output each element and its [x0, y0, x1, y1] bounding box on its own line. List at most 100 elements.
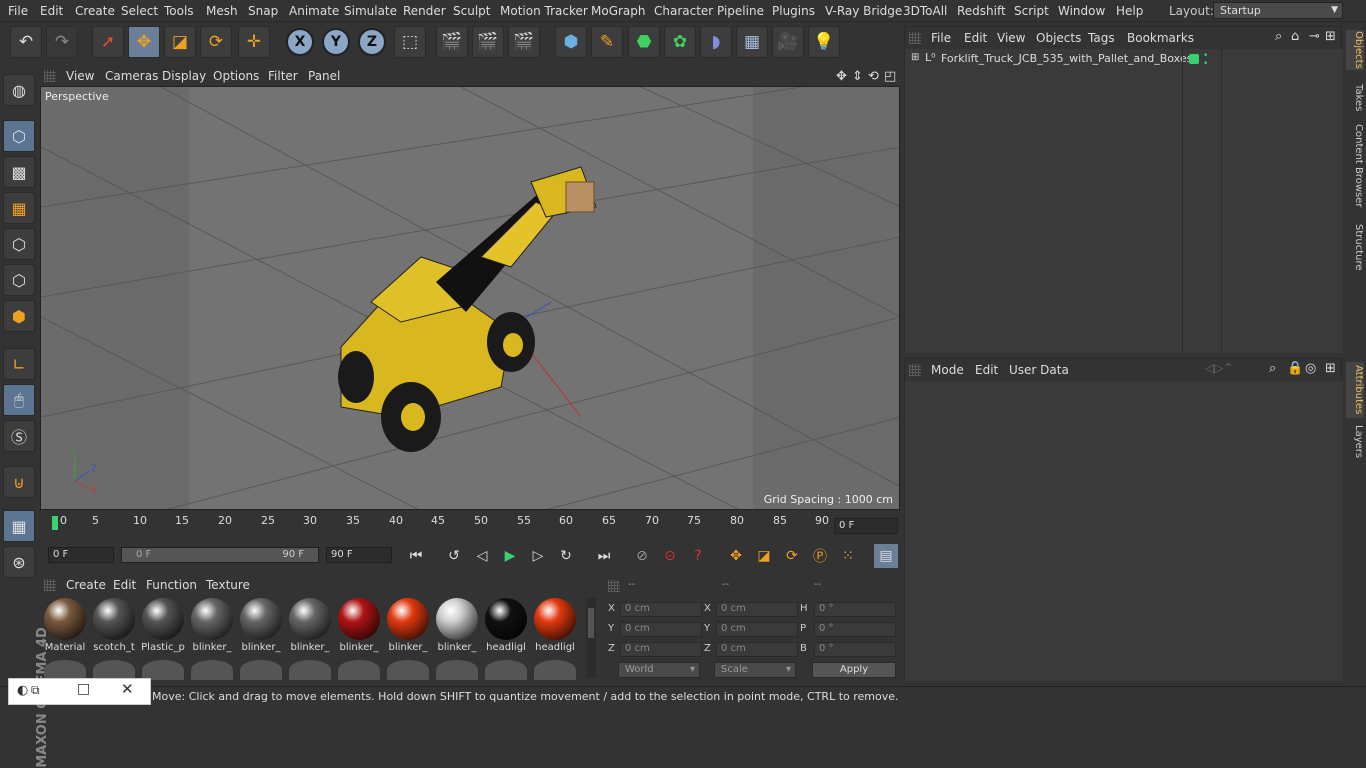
menu-edit[interactable]: Edit [40, 4, 63, 18]
deformer-button[interactable]: ◗ [700, 26, 732, 58]
playhead[interactable] [52, 516, 58, 530]
object-menu-edit[interactable]: Edit [964, 31, 987, 45]
edges-mode-button[interactable]: ⬡ [3, 264, 35, 296]
object-menu-bookmarks[interactable]: Bookmarks [1127, 31, 1194, 45]
render-dots-icon[interactable]: • • [1203, 52, 1208, 69]
search-icon[interactable]: ⌕ [1269, 361, 1276, 376]
close-icon[interactable]: ✕ [121, 680, 134, 698]
coord-value-field[interactable]: 0 cm [620, 602, 702, 617]
menu-file[interactable]: File [8, 4, 28, 18]
maximize-icon[interactable]: □ [77, 681, 90, 697]
viewport-menu-options[interactable]: Options [213, 69, 259, 83]
workplane-lock-button[interactable]: ▦ [3, 510, 35, 542]
move-tool-button[interactable]: ✥ [128, 26, 160, 58]
key-pla-button[interactable]: ⁙ [836, 544, 860, 568]
cloner-button[interactable]: ✿ [664, 26, 696, 58]
coord-value-field[interactable]: 0 ° [814, 602, 896, 617]
y-axis-button[interactable]: Y [322, 28, 350, 56]
menu-simulate[interactable]: Simulate [344, 4, 397, 18]
axis-mode-button[interactable]: ∟ [3, 348, 35, 380]
menu-animate[interactable]: Animate [289, 4, 339, 18]
material-swatch[interactable] [44, 660, 86, 680]
material-swatch[interactable] [240, 660, 282, 680]
subdivision-button[interactable]: ⬣ [628, 26, 660, 58]
object-menu-tags[interactable]: Tags [1088, 31, 1115, 45]
go-to-start-button[interactable]: ⏮ [404, 544, 428, 568]
tweak-mode-button[interactable]: 🖱 [3, 384, 35, 416]
viewport-move-icon[interactable]: ✥ [836, 69, 847, 84]
attr-menu-mode[interactable]: Mode [931, 363, 964, 377]
material-swatch[interactable]: blinker_ [189, 596, 235, 656]
end-frame-field[interactable]: 90 F [326, 547, 392, 563]
menu-redshift[interactable]: Redshift [957, 4, 1006, 18]
next-frame-button[interactable]: ▷ [526, 544, 550, 568]
next-key-button[interactable]: ↻ [554, 544, 578, 568]
tab-takes[interactable]: Takes [1346, 82, 1364, 114]
material-menu-function[interactable]: Function [146, 578, 197, 592]
menu-mograph[interactable]: MoGraph [591, 4, 646, 18]
material-swatch[interactable] [485, 660, 527, 680]
material-swatch[interactable] [387, 660, 429, 680]
visibility-dots-icon[interactable] [1189, 54, 1199, 64]
render-view-button[interactable]: 🎬 [436, 26, 468, 58]
menu-motion-tracker[interactable]: Motion Tracker [500, 4, 588, 18]
new-panel-icon[interactable]: ⊞ [1325, 29, 1336, 44]
key-rotation-button[interactable]: ⟳ [780, 544, 804, 568]
menu-help[interactable]: Help [1116, 4, 1143, 18]
search-icon[interactable]: ⌕ [1275, 29, 1282, 44]
z-axis-button[interactable]: Z [358, 28, 386, 56]
menu-vray-bridge[interactable]: V-Ray Bridge [825, 4, 902, 18]
coord-value-field[interactable]: 0 cm [716, 642, 798, 657]
camera-button[interactable]: 🎥 [772, 26, 804, 58]
points-mode-button[interactable]: ⬡ [3, 228, 35, 260]
material-swatch[interactable]: blinker_ [287, 596, 333, 656]
nav-arrows-icon[interactable]: ◁▷⌃ [1205, 361, 1234, 375]
object-row[interactable]: ⊞ L⁰ Forklift_Truck_JCB_535_with_Pallet_… [909, 51, 1339, 69]
target-icon[interactable]: ◎ [1305, 361, 1316, 376]
menu-render[interactable]: Render [403, 4, 446, 18]
back-icon[interactable]: ⊸ [1309, 29, 1320, 44]
object-menu-file[interactable]: File [931, 31, 951, 45]
coord-value-field[interactable]: 0 ° [814, 642, 896, 657]
3d-viewport[interactable]: Y Z X Perspective Grid Spacing : 1000 cm [40, 86, 900, 510]
viewport-menu-view[interactable]: View [66, 69, 94, 83]
lock-icon[interactable]: 🔒 [1287, 361, 1303, 376]
material-swatch[interactable] [191, 660, 233, 680]
material-swatch[interactable]: blinker_ [385, 596, 431, 656]
coord-value-field[interactable]: 0 cm [716, 602, 798, 617]
render-settings-button[interactable]: 🎬 [508, 26, 540, 58]
material-swatch[interactable] [289, 660, 331, 680]
size-mode-select[interactable]: Scale ▾ [714, 662, 796, 678]
scale-tool-button[interactable]: ◪ [164, 26, 196, 58]
current-frame-field[interactable]: 0 F [834, 518, 898, 534]
redo-button[interactable]: ↷ [46, 26, 78, 58]
menu-pipeline[interactable]: Pipeline [717, 4, 764, 18]
tab-objects[interactable]: Objects [1346, 30, 1364, 70]
key-parameter-button[interactable]: Ⓟ [808, 544, 832, 568]
autokey-button[interactable]: ⊙ [658, 544, 682, 568]
viewport-menu-panel[interactable]: Panel [308, 69, 340, 83]
live-selection-button[interactable]: ➚ [92, 26, 124, 58]
pen-button[interactable]: ✎ [591, 26, 623, 58]
menu-script[interactable]: Script [1014, 4, 1049, 18]
material-swatch[interactable] [338, 660, 380, 680]
menu-mesh[interactable]: Mesh [206, 4, 238, 18]
coord-value-field[interactable]: 0 cm [620, 622, 702, 637]
solo-button[interactable]: Ⓢ [3, 420, 35, 452]
material-menu-texture[interactable]: Texture [206, 578, 250, 592]
coordinate-system-button[interactable]: ⬚ [394, 26, 426, 58]
material-swatch[interactable] [142, 660, 184, 680]
material-swatch[interactable] [436, 660, 478, 680]
prev-key-button[interactable]: ↺ [442, 544, 466, 568]
material-menu-create[interactable]: Create [66, 578, 106, 592]
menu-character[interactable]: Character [654, 4, 713, 18]
snap-button[interactable]: ⊍ [3, 466, 35, 498]
object-menu-objects[interactable]: Objects [1036, 31, 1081, 45]
menu-select[interactable]: Select [121, 4, 158, 18]
tab-layers[interactable]: Layers [1346, 424, 1364, 460]
render-picture-viewer-button[interactable]: 🎬 [472, 26, 504, 58]
material-swatch[interactable]: headligl [483, 596, 529, 656]
undo-button[interactable]: ↶ [10, 26, 42, 58]
key-scale-button[interactable]: ◪ [752, 544, 776, 568]
menu-snap[interactable]: Snap [248, 4, 278, 18]
